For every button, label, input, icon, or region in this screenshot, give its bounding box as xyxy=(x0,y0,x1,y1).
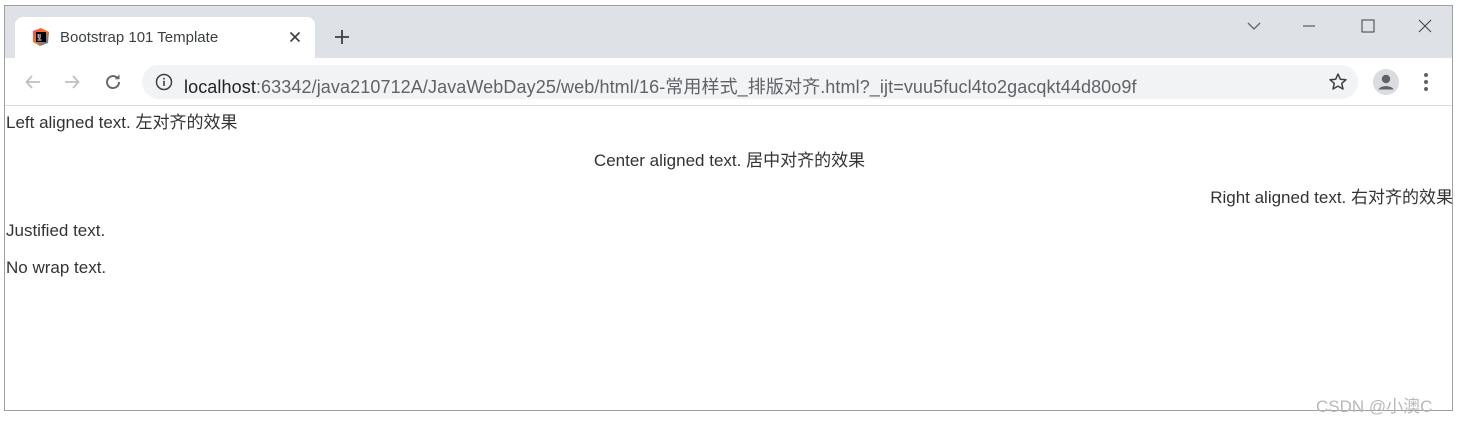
address-bar[interactable]: localhost:63342/java210712A/JavaWebDay25… xyxy=(142,65,1358,99)
close-icon xyxy=(1418,19,1432,33)
reload-icon xyxy=(106,74,120,90)
minimize-button[interactable] xyxy=(1297,14,1321,38)
account-icon xyxy=(1373,69,1399,95)
tab-title: Bootstrap 101 Template xyxy=(60,29,219,46)
justified-text: Justified text. xyxy=(6,221,106,240)
center-aligned-text: Center aligned text. 居中对齐的效果 xyxy=(593,151,866,170)
jetbrains-icon: IJ xyxy=(33,28,49,46)
close-window-button[interactable] xyxy=(1413,14,1437,38)
more-menu-icon[interactable] xyxy=(1418,70,1434,94)
star-icon[interactable] xyxy=(1328,72,1348,92)
svg-text:IJ: IJ xyxy=(37,34,41,40)
chevron-down-icon xyxy=(1247,22,1261,30)
left-aligned-text: Left aligned text. 左对齐的效果 xyxy=(6,113,238,132)
url-path: :63342/java210712A/JavaWebDay25/web/html… xyxy=(255,77,1137,97)
arrow-left-icon xyxy=(25,75,40,89)
forward-button[interactable] xyxy=(60,70,84,94)
browser-window: IJ Bootstrap 101 Template localhost:6334… xyxy=(4,5,1453,411)
url-host: localhost xyxy=(184,77,256,97)
maximize-icon xyxy=(1361,19,1375,33)
plus-icon xyxy=(335,30,349,44)
tab-strip: IJ Bootstrap 101 Template xyxy=(5,6,1452,58)
url-text[interactable]: localhost:63342/java210712A/JavaWebDay25… xyxy=(184,73,1137,99)
arrow-right-icon xyxy=(65,75,80,89)
back-button[interactable] xyxy=(21,70,45,94)
minimize-icon xyxy=(1303,25,1315,27)
watermark: CSDN @小澳C xyxy=(1316,397,1433,416)
maximize-button[interactable] xyxy=(1356,14,1380,38)
nowrap-text: No wrap text. xyxy=(6,258,107,277)
page-content: Left aligned text. 左对齐的效果 Center aligned… xyxy=(5,106,1453,410)
profile-button[interactable] xyxy=(1373,69,1399,95)
tab-close-button[interactable] xyxy=(286,28,304,46)
reload-button[interactable] xyxy=(101,70,125,94)
tab-search-button[interactable] xyxy=(1242,14,1266,38)
browser-toolbar: localhost:63342/java210712A/JavaWebDay25… xyxy=(5,58,1452,106)
new-tab-button[interactable] xyxy=(331,26,353,48)
info-icon[interactable] xyxy=(155,73,173,91)
close-icon xyxy=(289,31,301,43)
right-aligned-text: Right aligned text. 右对齐的效果 xyxy=(1210,188,1453,207)
browser-tab[interactable]: IJ Bootstrap 101 Template xyxy=(15,17,315,58)
